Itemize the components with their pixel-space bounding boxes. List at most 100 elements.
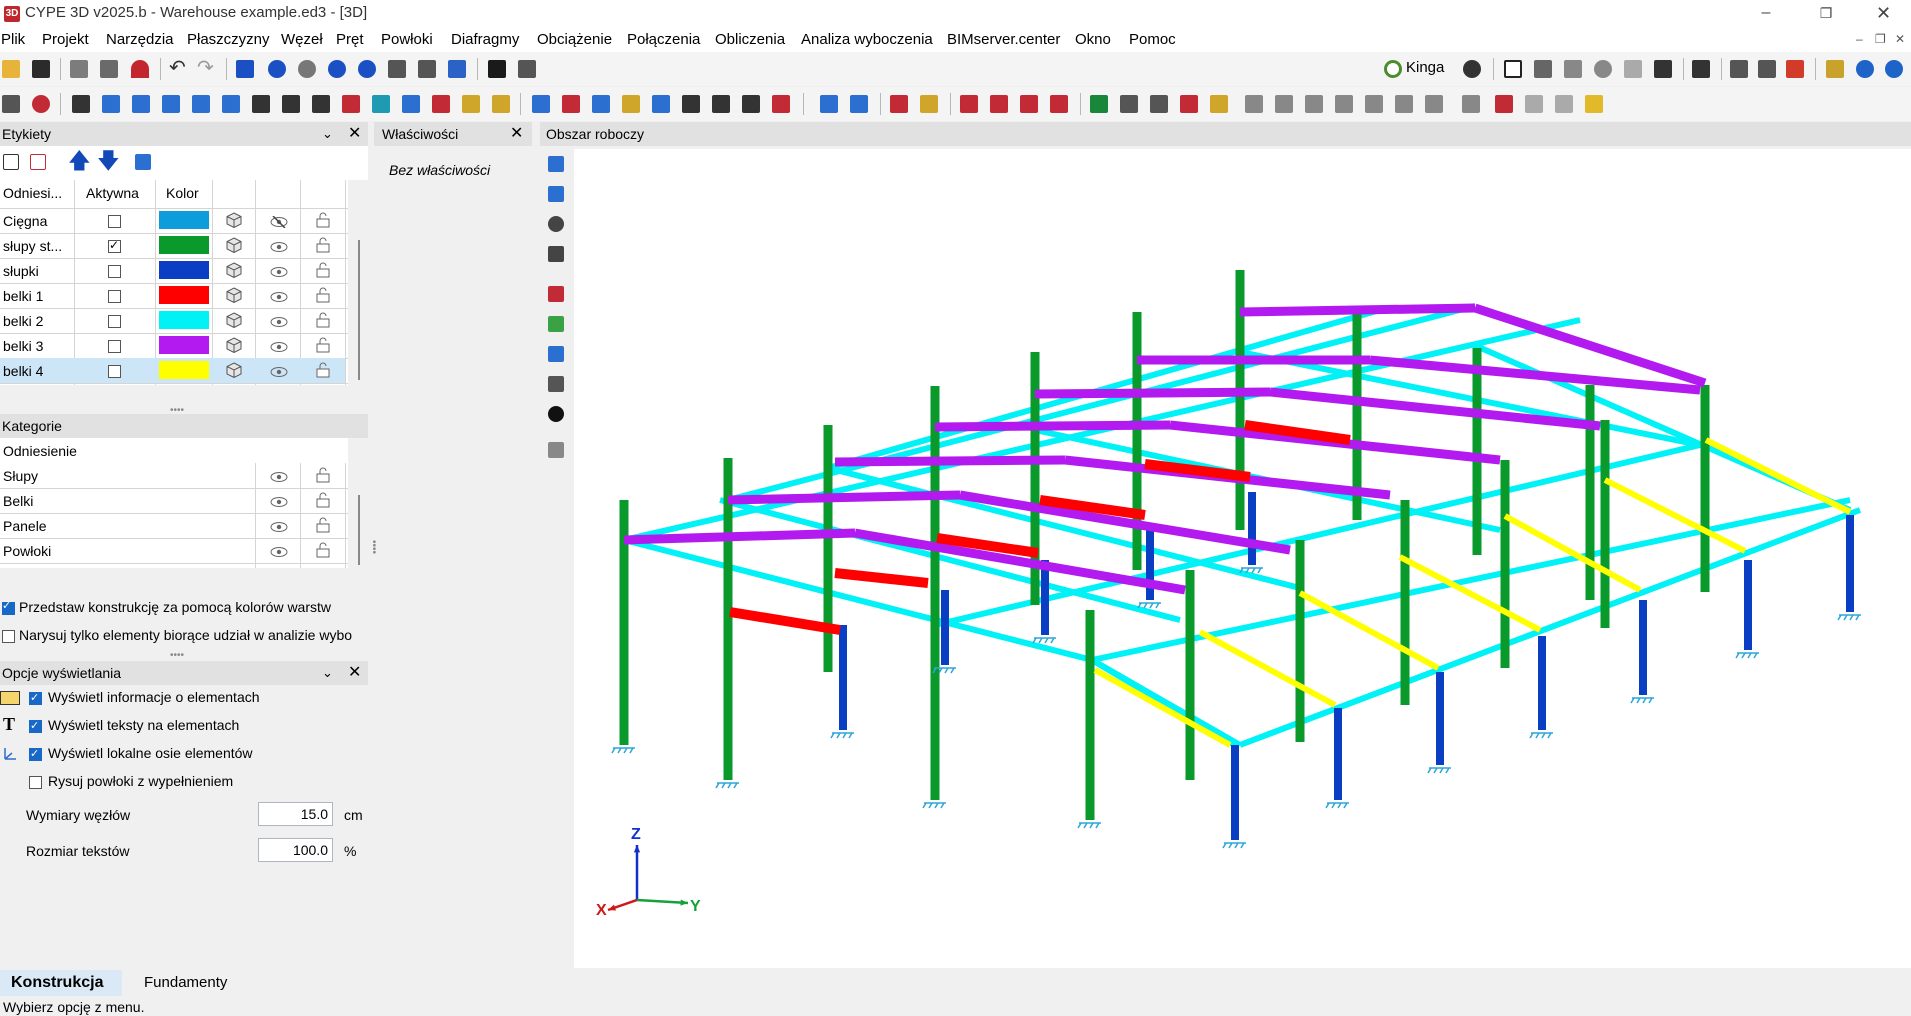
- purple-rafter[interactable]: [1034, 387, 1271, 399]
- web-icon[interactable]: [1885, 60, 1903, 78]
- dimension-icon[interactable]: [518, 60, 536, 78]
- eye-icon[interactable]: [270, 365, 288, 377]
- plane-icon[interactable]: [548, 316, 564, 332]
- support4-icon[interactable]: [1050, 95, 1068, 113]
- label-active-checkbox[interactable]: [108, 290, 121, 303]
- eye-icon[interactable]: [270, 545, 288, 557]
- pivot-icon[interactable]: [548, 246, 564, 262]
- eye-icon[interactable]: [270, 315, 288, 327]
- diagram2-icon[interactable]: [1275, 95, 1293, 113]
- select-icon[interactable]: [312, 95, 330, 113]
- eye-icon[interactable]: [548, 406, 564, 422]
- bar-line-icon[interactable]: [682, 95, 700, 113]
- red-beam[interactable]: [834, 568, 929, 588]
- color-icon[interactable]: [1180, 95, 1198, 113]
- category-row-name[interactable]: Belki: [3, 493, 33, 509]
- eye-icon[interactable]: [270, 470, 288, 482]
- zoom-window-icon[interactable]: [236, 60, 254, 78]
- label-color-swatch[interactable]: [159, 261, 209, 279]
- align-icon[interactable]: [132, 95, 150, 113]
- save-icon[interactable]: [32, 60, 50, 78]
- menu-analiza-wyboczenia[interactable]: Analiza wyboczenia: [801, 31, 933, 48]
- tab-fundamenty[interactable]: Fundamenty: [122, 970, 232, 996]
- zoom-all-icon[interactable]: [268, 60, 286, 78]
- tool3-icon[interactable]: [1585, 95, 1603, 113]
- assign-label-icon[interactable]: [135, 154, 151, 170]
- move-view-icon[interactable]: [418, 60, 436, 78]
- arrow-up-icon[interactable]: 🡅: [68, 150, 91, 172]
- cyan-beam[interactable]: [1090, 657, 1237, 748]
- label-color-swatch[interactable]: [159, 311, 209, 329]
- tool-icon[interactable]: [1525, 95, 1543, 113]
- open-icon[interactable]: [2, 60, 20, 78]
- 3d-view-icon[interactable]: [548, 442, 564, 458]
- cut-icon[interactable]: [772, 95, 790, 113]
- cube-icon[interactable]: [226, 312, 242, 329]
- profile-icon[interactable]: [712, 95, 730, 113]
- diagram6-icon[interactable]: [1395, 95, 1413, 113]
- eye-icon[interactable]: [270, 495, 288, 507]
- rotate-element-icon[interactable]: [192, 95, 210, 113]
- load-edit-icon[interactable]: [920, 95, 938, 113]
- stretch-icon[interactable]: [162, 95, 180, 113]
- yellow-beam[interactable]: [1093, 667, 1232, 748]
- diagram4-icon[interactable]: [1335, 95, 1353, 113]
- tools-icon[interactable]: [1654, 60, 1672, 78]
- lock-open-icon[interactable]: [316, 362, 330, 378]
- cube-icon[interactable]: [226, 262, 242, 279]
- eye-off-icon[interactable]: [270, 215, 288, 229]
- object-icon[interactable]: [32, 95, 50, 113]
- export-icon[interactable]: [100, 60, 118, 78]
- label-color-swatch[interactable]: [159, 361, 209, 379]
- array-icon[interactable]: [222, 95, 240, 113]
- support3-icon[interactable]: [1020, 95, 1038, 113]
- eye-icon[interactable]: [270, 240, 288, 252]
- chevron-down-icon[interactable]: ⌄: [322, 661, 333, 685]
- axes-view-icon[interactable]: [548, 156, 564, 172]
- label-color-swatch[interactable]: [159, 211, 209, 229]
- menu-okno[interactable]: Okno: [1075, 31, 1111, 48]
- cube-icon[interactable]: [226, 362, 242, 379]
- print-icon[interactable]: [70, 60, 88, 78]
- redo-icon[interactable]: ↷: [197, 58, 215, 78]
- mdi-minimize-icon[interactable]: –: [1856, 32, 1863, 46]
- section-icon[interactable]: [548, 286, 564, 302]
- table-icon[interactable]: [2, 95, 20, 113]
- grid2-icon[interactable]: [282, 95, 300, 113]
- splitter-vertical[interactable]: ••••: [368, 540, 379, 554]
- axes-icon[interactable]: [1564, 60, 1582, 78]
- display-option-checkbox[interactable]: ✓: [29, 692, 42, 705]
- deselect-icon[interactable]: [342, 95, 360, 113]
- model-icon[interactable]: [1730, 60, 1748, 78]
- label-row-name[interactable]: belki 4: [3, 363, 43, 379]
- menu-polaczenia[interactable]: Połączenia: [627, 31, 700, 48]
- delete-node-icon[interactable]: [432, 95, 450, 113]
- library-icon[interactable]: [1826, 60, 1844, 78]
- label-row-name[interactable]: belki 1: [3, 288, 43, 304]
- frame2-icon[interactable]: [850, 95, 868, 113]
- delete-label-icon[interactable]: [30, 154, 46, 170]
- col-header-color[interactable]: Kolor: [166, 185, 199, 201]
- model2-icon[interactable]: [1758, 60, 1776, 78]
- categories-scrollbar[interactable]: [358, 495, 360, 565]
- diagram3-icon[interactable]: [1305, 95, 1323, 113]
- copy-icon[interactable]: [102, 95, 120, 113]
- maximize-icon[interactable]: ❐: [1796, 0, 1856, 28]
- splitter-handle-2[interactable]: ••••: [170, 650, 184, 661]
- rotate-icon[interactable]: [328, 60, 346, 78]
- workspace-canvas[interactable]: Z Y X: [574, 149, 1911, 969]
- check-icon[interactable]: [1090, 95, 1108, 113]
- lock-open-icon[interactable]: [316, 517, 330, 533]
- bar-icon[interactable]: [532, 95, 550, 113]
- eye-icon[interactable]: [270, 290, 288, 302]
- label-color-swatch[interactable]: [159, 286, 209, 304]
- purple-rafter[interactable]: [834, 455, 1066, 467]
- orbit-icon[interactable]: [548, 216, 564, 232]
- bar-join-icon[interactable]: [652, 95, 670, 113]
- label-active-checkbox[interactable]: [108, 315, 121, 328]
- menu-pret[interactable]: Pręt: [336, 31, 364, 48]
- edit-node-icon[interactable]: [462, 95, 480, 113]
- text-size-input[interactable]: 100.0: [258, 838, 333, 862]
- cyan-beam[interactable]: [934, 442, 1701, 628]
- menu-wezel[interactable]: Węzeł: [281, 31, 323, 48]
